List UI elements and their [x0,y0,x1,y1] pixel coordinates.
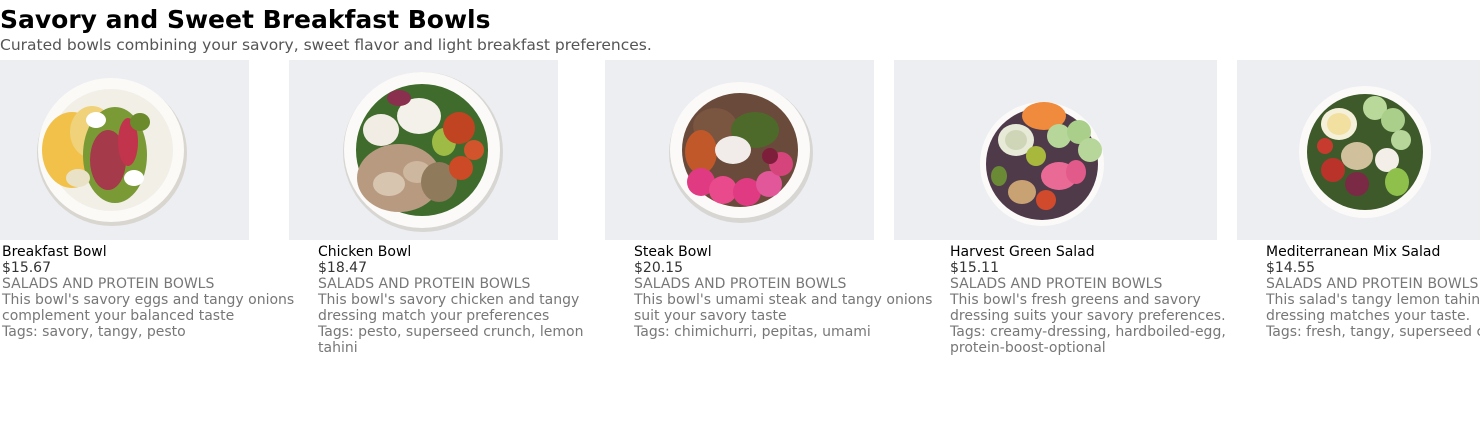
item-tags: Tags: creamy-dressing, hardboiled-egg, p… [950,324,1226,356]
item-category: SALADS AND PROTEIN BOWLS [634,276,847,292]
item-category: SALADS AND PROTEIN BOWLS [318,276,531,292]
item-price: $20.15 [634,260,683,276]
item-name: Harvest Green Salad [950,244,1095,260]
steak-bowl-illustration [605,60,874,240]
item-description: This bowl's savory chicken and tangy dre… [318,292,580,324]
item-name: Breakfast Bowl [2,244,107,260]
item-tags: Tags: pesto, superseed crunch, lemon tah… [318,324,584,356]
bowl-image-mediterranean-mix-salad[interactable] [1237,60,1480,240]
item-name: Steak Bowl [634,244,712,260]
item-description: This bowl's fresh greens and savory dres… [950,292,1226,324]
item-name: Mediterranean Mix Salad [1266,244,1441,260]
page-title: Savory and Sweet Breakfast Bowls [0,5,491,34]
item-tags: Tags: chimichurri, pepitas, umami [634,324,871,340]
item-price: $14.55 [1266,260,1315,276]
item-price: $15.67 [2,260,51,276]
bowl-image-breakfast[interactable] [0,60,249,240]
menu-card-harvest-green-salad[interactable]: Harvest Green Salad $15.11 SALADS AND PR… [950,244,1240,356]
mediterranean-salad-illustration [1237,60,1480,240]
chicken-bowl-illustration [289,60,558,240]
item-category: SALADS AND PROTEIN BOWLS [1266,276,1479,292]
item-price: $15.11 [950,260,999,276]
menu-card-breakfast-bowl[interactable]: Breakfast Bowl $15.67 SALADS AND PROTEIN… [2,244,296,340]
harvest-salad-illustration [894,60,1217,240]
item-description: This bowl's savory eggs and tangy onions… [2,292,295,324]
bowl-image-chicken[interactable] [289,60,558,240]
page-header: Savory and Sweet Breakfast Bowls Curated… [0,4,652,54]
item-description: This salad's tangy lemon tahini dressing… [1266,292,1480,324]
page: Savory and Sweet Breakfast Bowls Curated… [0,0,1480,432]
bowl-image-harvest-green-salad[interactable] [894,60,1217,240]
item-name: Chicken Bowl [318,244,412,260]
menu-card-steak-bowl[interactable]: Steak Bowl $20.15 SALADS AND PROTEIN BOW… [634,244,942,340]
item-category: SALADS AND PROTEIN BOWLS [950,276,1163,292]
bowl-image-steak[interactable] [605,60,874,240]
item-category: SALADS AND PROTEIN BOWLS [2,276,215,292]
breakfast-bowl-illustration [0,60,249,240]
item-description: This bowl's umami steak and tangy onions… [634,292,933,324]
item-price: $18.47 [318,260,367,276]
menu-card-mediterranean-mix-salad[interactable]: Mediterranean Mix Salad $14.55 SALADS AN… [1266,244,1480,340]
page-subtitle: Curated bowls combining your savory, swe… [0,36,652,54]
item-tags: Tags: fresh, tangy, superseed crunch [1266,324,1480,340]
menu-card-chicken-bowl[interactable]: Chicken Bowl $18.47 SALADS AND PROTEIN B… [318,244,604,356]
item-tags: Tags: savory, tangy, pesto [2,324,186,340]
